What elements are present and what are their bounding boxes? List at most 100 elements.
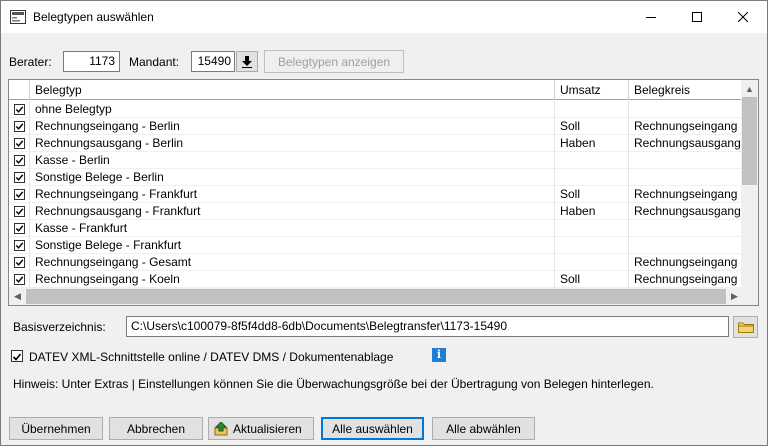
row-checkbox[interactable] (14, 257, 25, 268)
row-checkbox-cell (9, 220, 30, 237)
berater-input[interactable]: 1173 (63, 51, 120, 72)
minimize-button[interactable] (628, 1, 674, 33)
scroll-up-icon[interactable]: ▲ (741, 80, 758, 97)
cell-belegtyp: ohne Belegtyp (30, 101, 555, 118)
row-checkbox[interactable] (14, 240, 25, 251)
vertical-scroll-thumb[interactable] (742, 97, 757, 185)
column-header-belegkreis[interactable]: Belegkreis (629, 80, 742, 100)
cell-umsatz (555, 237, 629, 254)
checkmark-icon (15, 242, 24, 249)
row-checkbox-cell (9, 271, 30, 288)
berater-label: Berater: (9, 55, 52, 69)
dialog-window: Belegtypen auswählen Berater: 1173 Manda… (0, 0, 768, 446)
belegtyp-table: Belegtyp Umsatz Belegkreis ohne Belegtyp… (8, 79, 759, 306)
row-checkbox-cell (9, 203, 30, 220)
table-row[interactable]: Rechnungseingang - Frankfurt Soll Rechnung… (9, 186, 742, 203)
row-checkbox[interactable] (14, 104, 25, 115)
cell-belegtyp: Kasse - Frankfurt (30, 220, 555, 237)
checkmark-icon (15, 157, 24, 164)
cell-belegtyp: Rechnungseingang - Gesamt (30, 254, 555, 271)
table-row[interactable]: ohne Belegtyp (9, 101, 742, 118)
app-dialog-icon (10, 10, 26, 24)
row-checkbox-cell (9, 118, 30, 135)
datev-option-checkbox[interactable] (11, 350, 23, 362)
cell-umsatz: Soll (555, 271, 629, 288)
checkmark-icon (15, 106, 24, 113)
cell-belegtyp: Rechnungseingang - Berlin (30, 118, 555, 135)
row-checkbox[interactable] (14, 223, 25, 234)
row-checkbox[interactable] (14, 155, 25, 166)
checkmark-icon (12, 353, 22, 361)
datev-option-label: DATEV XML-Schnittstelle online / DATEV D… (29, 350, 394, 364)
cell-belegkreis (629, 101, 742, 118)
table-row[interactable]: Sonstige Belege - Berlin (9, 169, 742, 186)
table-row[interactable]: Rechnungseingang - Berlin Soll Rechnungsei… (9, 118, 742, 135)
browse-folder-button[interactable] (733, 316, 758, 338)
column-header-belegtyp[interactable]: Belegtyp (30, 80, 555, 100)
deselect-all-button[interactable]: Alle abwählen (432, 417, 535, 440)
minimize-icon (646, 17, 656, 18)
table-row[interactable]: Kasse - Berlin (9, 152, 742, 169)
cell-umsatz (555, 101, 629, 118)
info-icon[interactable]: i (432, 348, 446, 362)
mandant-select-button[interactable] (236, 51, 258, 72)
row-checkbox-cell (9, 237, 30, 254)
close-button[interactable] (720, 1, 766, 33)
row-checkbox[interactable] (14, 121, 25, 132)
row-checkbox[interactable] (14, 206, 25, 217)
horizontal-scrollbar[interactable]: ◀ ▶ (9, 288, 758, 305)
checkmark-icon (15, 276, 24, 283)
close-icon (738, 12, 748, 22)
row-checkbox-cell (9, 101, 30, 118)
table-row[interactable]: Sonstige Belege - Frankfurt (9, 237, 742, 254)
mandant-input[interactable]: 15490 (191, 51, 235, 72)
cell-belegtyp: Rechnungseingang - Koeln (30, 271, 555, 288)
row-checkbox-cell (9, 254, 30, 271)
checkmark-icon (15, 259, 24, 266)
table-row[interactable]: Rechnungsausgang - Berlin Haben Rechnungsa… (9, 135, 742, 152)
title-bar: Belegtypen auswählen (1, 1, 767, 33)
basisverzeichnis-label: Basisverzeichnis: (13, 320, 106, 334)
cell-belegkreis (629, 152, 742, 169)
column-header-umsatz[interactable]: Umsatz (555, 80, 629, 100)
checkmark-icon (15, 191, 24, 198)
cell-belegkreis: Rechnungseingang (629, 118, 742, 135)
cell-umsatz (555, 254, 629, 271)
row-checkbox[interactable] (14, 172, 25, 183)
cell-belegkreis (629, 169, 742, 186)
table-row[interactable]: Rechnungseingang - Koeln Soll Rechnungsein… (9, 271, 742, 288)
maximize-icon (692, 12, 702, 22)
table-row[interactable]: Rechnungsausgang - Frankfurt Haben Rechnun… (9, 203, 742, 220)
horizontal-scroll-thumb[interactable] (26, 289, 726, 304)
cell-umsatz: Haben (555, 203, 629, 220)
basisverzeichnis-input[interactable]: C:\Users\c100079-8f5f4dd8-6db\Documents\… (126, 316, 729, 337)
select-all-button[interactable]: Alle auswählen (321, 417, 424, 440)
apply-button[interactable]: Übernehmen (9, 417, 103, 440)
cell-umsatz (555, 169, 629, 186)
table-row[interactable]: Rechnungseingang - Gesamt Rechnungseingan… (9, 254, 742, 271)
show-belegtypen-button[interactable]: Belegtypen anzeigen (264, 50, 404, 73)
scroll-left-icon[interactable]: ◀ (9, 288, 26, 305)
table-row[interactable]: Kasse - Frankfurt (9, 220, 742, 237)
cell-belegtyp: Rechnungsausgang - Berlin (30, 135, 555, 152)
cell-belegkreis: Rechnungseingang (629, 254, 742, 271)
table-header: Belegtyp Umsatz Belegkreis (9, 80, 742, 100)
hint-text: Hinweis: Unter Extras | Einstellungen kö… (13, 377, 654, 391)
scroll-right-icon[interactable]: ▶ (726, 288, 743, 305)
row-checkbox[interactable] (14, 274, 25, 285)
cell-umsatz: Soll (555, 186, 629, 203)
refresh-button[interactable]: Aktualisieren (208, 417, 314, 440)
folder-icon (737, 322, 754, 333)
row-checkbox[interactable] (14, 138, 25, 149)
maximize-button[interactable] (674, 1, 720, 33)
cell-belegkreis: Rechnungsausgang (629, 135, 742, 152)
checkmark-icon (15, 208, 24, 215)
cell-umsatz (555, 220, 629, 237)
download-arrow-icon (242, 55, 252, 68)
cancel-button[interactable]: Abbrechen (109, 417, 203, 440)
row-checkbox[interactable] (14, 189, 25, 200)
mandant-label: Mandant: (129, 55, 180, 69)
checkmark-icon (15, 140, 24, 147)
vertical-scrollbar[interactable]: ▲ (741, 80, 758, 289)
window-title: Belegtypen auswählen (33, 10, 154, 24)
